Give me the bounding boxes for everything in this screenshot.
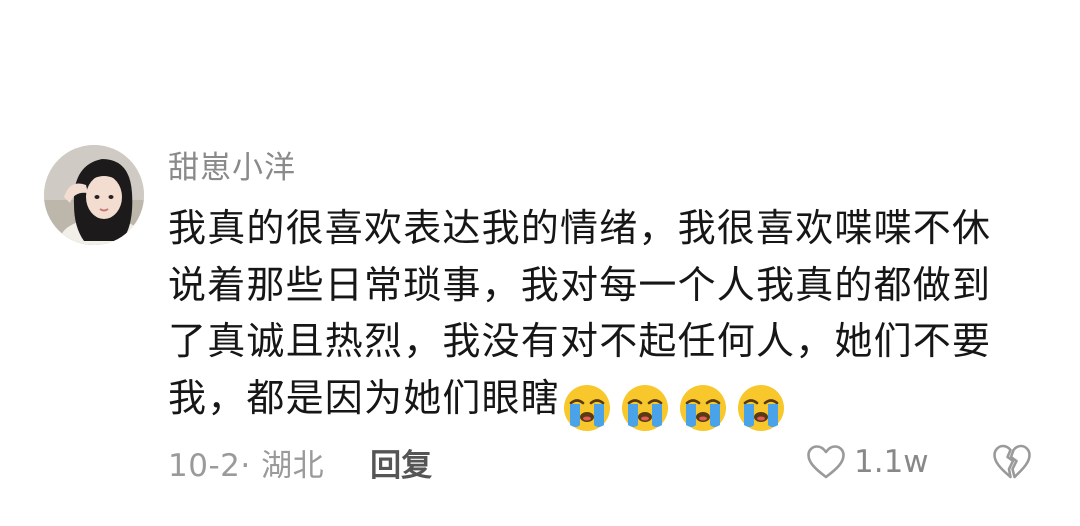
crying-face-icon bbox=[622, 385, 669, 431]
crying-face-icon bbox=[738, 385, 785, 431]
heart-outline-icon bbox=[807, 445, 845, 479]
broken-heart-icon bbox=[993, 444, 1031, 479]
like-button[interactable]: 1.1w bbox=[806, 440, 929, 484]
comment-text-block: 我真的很喜欢表达我的情绪，我很喜欢喋喋不休说着那些日常琐事，我对每一个人我真的都… bbox=[168, 200, 1018, 434]
avatar-image bbox=[44, 145, 144, 245]
comment-meta: 10-2· 湖北 回复 bbox=[168, 440, 432, 484]
like-count: 1.1w bbox=[854, 444, 929, 480]
avatar[interactable] bbox=[44, 145, 144, 245]
reply-button[interactable]: 回复 bbox=[370, 440, 432, 485]
date-location: 10-2· 湖北 bbox=[168, 447, 325, 484]
crying-face-icon bbox=[680, 385, 727, 431]
dislike-button[interactable] bbox=[992, 443, 1032, 481]
crying-face-icon bbox=[564, 385, 611, 431]
comment-item: 甜崽小洋 我真的很喜欢表达我的情绪，我很喜欢喋喋不休说着那些日常琐事，我对每一个… bbox=[0, 0, 1080, 526]
username[interactable]: 甜崽小洋 bbox=[168, 148, 296, 188]
emoji-row bbox=[562, 378, 794, 435]
